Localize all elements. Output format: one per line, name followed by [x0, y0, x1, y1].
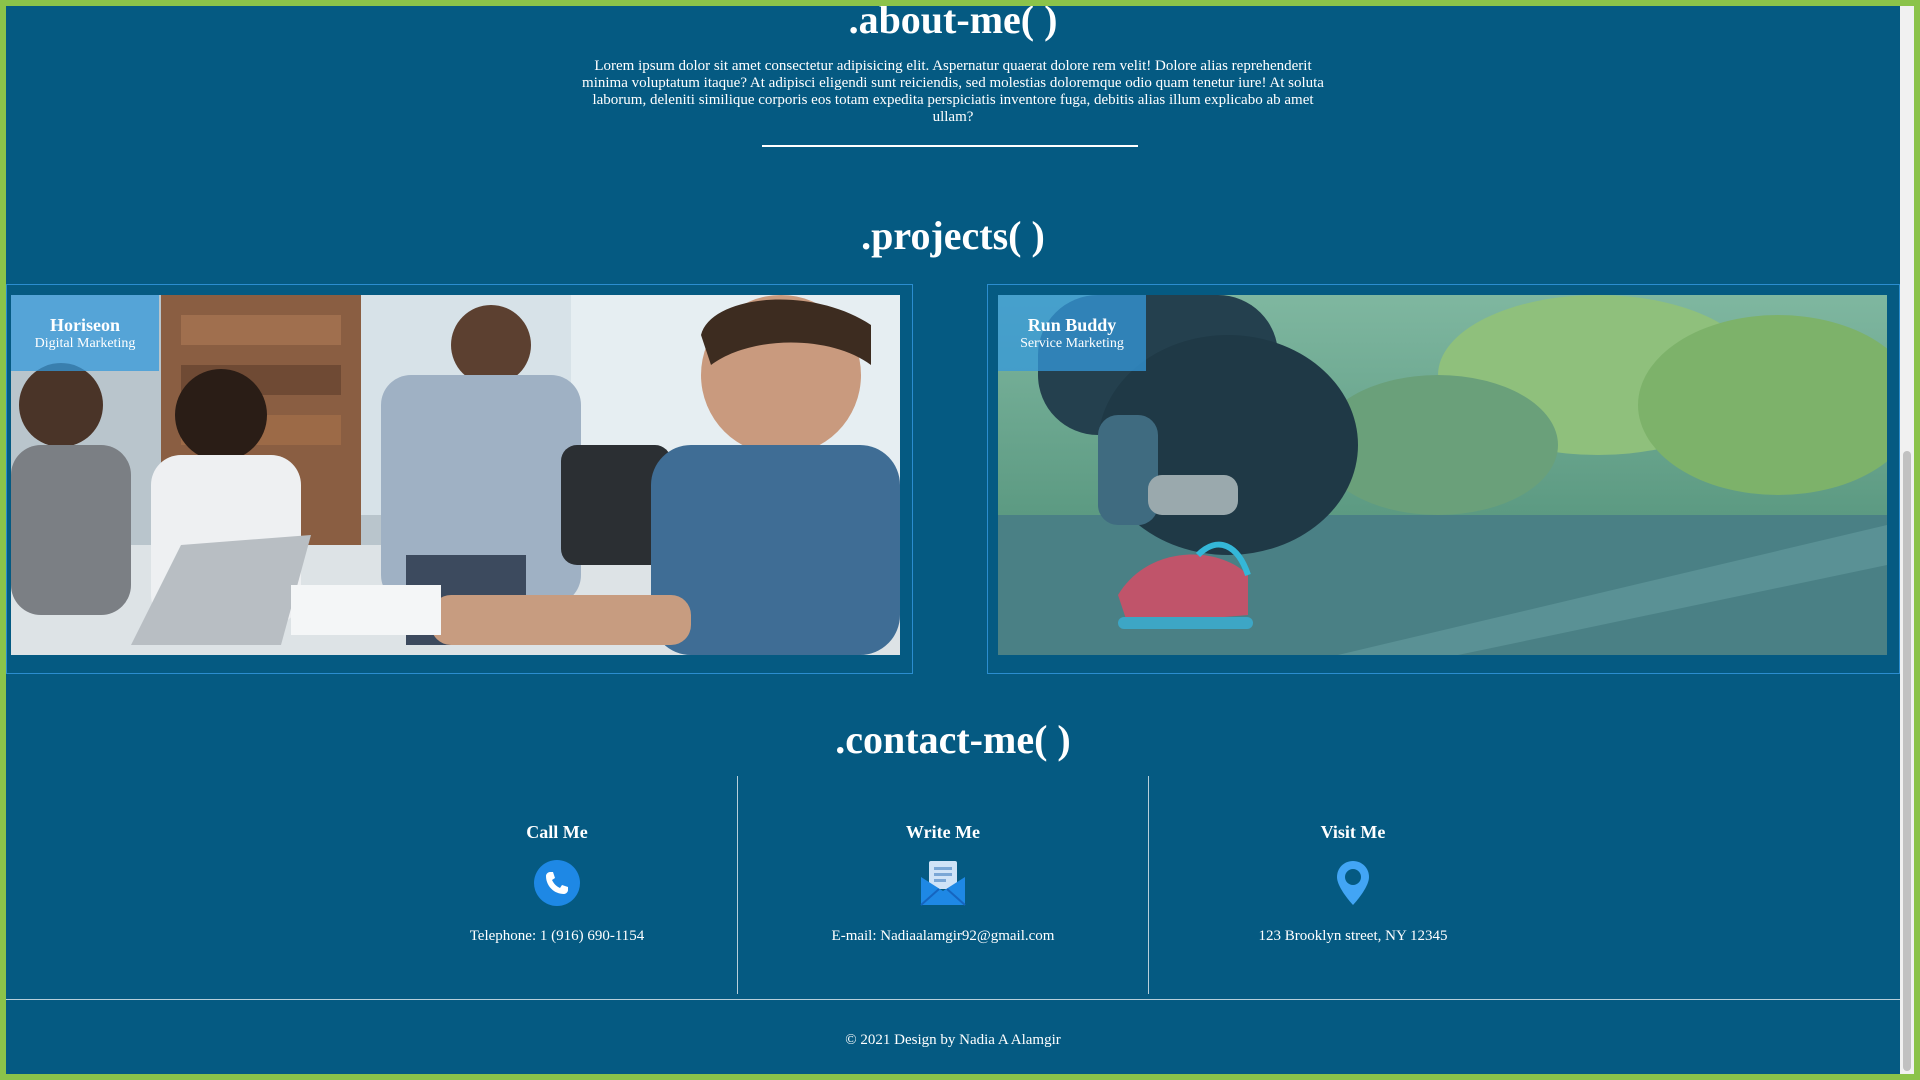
- contact-visit: Visit Me 123 Brooklyn street, NY 12345: [1148, 776, 1558, 994]
- phone-icon[interactable]: [533, 859, 581, 907]
- contact-address-text: 123 Brooklyn street, NY 12345: [1258, 928, 1448, 944]
- page-viewport: .about-me( ) Lorem ipsum dolor sit amet …: [6, 6, 1900, 1074]
- project-card-horiseon[interactable]: Horiseon Digital Marketing: [6, 284, 913, 674]
- project-image-run-buddy[interactable]: Run Buddy Service Marketing: [998, 295, 1887, 655]
- contact-phone-text[interactable]: Telephone: 1 (916) 690-1154: [352, 928, 762, 945]
- about-divider: [762, 145, 1138, 147]
- contact-heading: Call Me: [526, 822, 588, 842]
- project-label-horiseon: Horiseon Digital Marketing: [11, 295, 159, 371]
- project-subtitle: Digital Marketing: [34, 336, 136, 351]
- scrollbar-thumb[interactable]: [1903, 451, 1911, 1071]
- envelope-icon[interactable]: [919, 859, 967, 907]
- contact-me-heading: .contact-me( ): [835, 717, 1071, 762]
- contact-heading: Write Me: [905, 822, 981, 842]
- about-me-text: Lorem ipsum dolor sit amet consectetur a…: [582, 58, 1324, 125]
- page-scrollbar[interactable]: [1900, 6, 1914, 1074]
- contact-email-text[interactable]: E-mail: Nadiaalamgir92@gmail.com: [738, 928, 1148, 945]
- about-me-heading: .about-me( ): [848, 6, 1058, 42]
- contact-call: Call Me Telephone: 1 (916) 690-1154: [352, 776, 762, 994]
- project-name: Run Buddy: [1027, 315, 1117, 335]
- contact-write: Write Me E-mail: Nadiaalamgir92@gmail.co…: [737, 776, 1149, 994]
- project-name: Horiseon: [50, 315, 120, 335]
- project-subtitle: Service Marketing: [1020, 336, 1124, 351]
- footer-copyright: © 2021 Design by Nadia A Alamgir: [845, 1032, 1061, 1048]
- footer-divider: [6, 999, 1900, 1000]
- project-image-horiseon[interactable]: Horiseon Digital Marketing: [11, 295, 900, 655]
- location-pin-icon[interactable]: [1329, 859, 1377, 907]
- contact-heading: Visit Me: [1320, 822, 1386, 842]
- project-card-run-buddy[interactable]: Run Buddy Service Marketing: [987, 284, 1900, 674]
- projects-heading: .projects( ): [861, 213, 1045, 258]
- project-label-run-buddy: Run Buddy Service Marketing: [998, 295, 1146, 371]
